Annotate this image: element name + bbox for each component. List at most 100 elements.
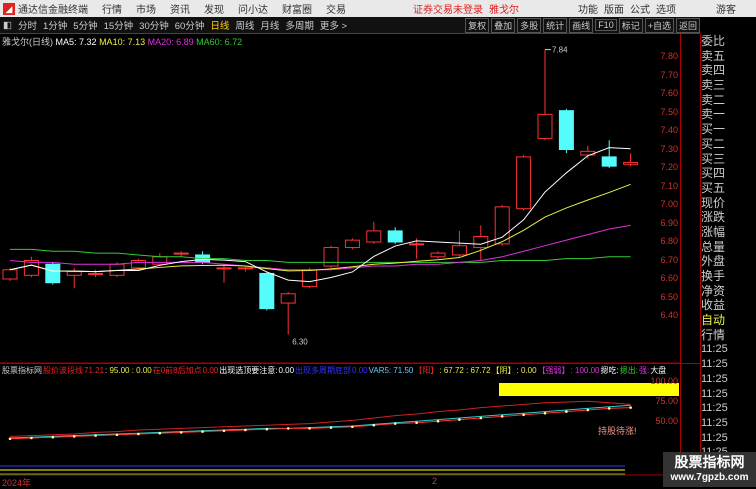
kline-chart[interactable]: 7.84 6.30 (0, 34, 680, 487)
indicator-cyan-line (9, 404, 631, 439)
tool-add-watch[interactable]: +自选 (644, 17, 674, 33)
period-30m[interactable]: 30分钟 (139, 18, 169, 32)
menu-hq[interactable]: 行情 (102, 1, 122, 16)
candle-body (537, 113, 553, 139)
guest-label[interactable]: 游客 (716, 1, 736, 16)
candle-body (66, 271, 82, 276)
low-label: 6.30 (292, 338, 308, 347)
quote-row[interactable]: 行情 (701, 328, 756, 343)
indicator-dot (115, 433, 119, 437)
indicator-dot (543, 411, 547, 415)
axis-divider (680, 34, 681, 487)
menu-discover[interactable]: 发现 (204, 1, 224, 16)
ind-x3: 强: (638, 366, 650, 375)
quote-row: 卖五 (701, 48, 726, 63)
candle-body (130, 260, 146, 269)
watermark-url: www.7gpzb.com (670, 472, 749, 483)
indicator-dot (94, 434, 97, 437)
ind-x4: 大盘 (650, 366, 667, 375)
menu-function[interactable]: 功能 (578, 1, 598, 16)
quote-row: 11:25 (701, 387, 728, 400)
period-1m[interactable]: 1分钟 (43, 18, 67, 32)
quote-row: 11:25 (701, 358, 728, 371)
candle-body (558, 110, 574, 150)
tool-stats[interactable]: 统计 (543, 17, 568, 33)
price-tick: 6.50 (660, 291, 678, 302)
indicator-name[interactable]: 股票指标网 (2, 365, 42, 376)
candle-body (451, 245, 467, 256)
price-tick: 7.60 (660, 88, 678, 98)
panel-toggle-icon[interactable]: ◧ (3, 20, 12, 31)
ma60-line (10, 248, 631, 263)
indicator-dot (222, 429, 226, 433)
indicator-dot (393, 422, 397, 425)
tool-back[interactable]: 返回 (675, 17, 700, 33)
tool-mark[interactable]: 标记 (618, 17, 643, 33)
price-tick: 7.80 (660, 51, 678, 61)
period-tick[interactable]: 分时 (18, 18, 37, 32)
ind-yin: 【阴】 (491, 366, 516, 375)
candle-body (409, 243, 425, 246)
indicator-dot (201, 430, 204, 433)
login-notice[interactable]: 证券交易未登录 (413, 1, 483, 16)
candle-body (623, 161, 639, 165)
quote-row: 卖二 (701, 92, 726, 107)
period-more[interactable]: 更多 > (320, 18, 347, 32)
indicator-dot (308, 427, 311, 430)
tool-draw[interactable]: 画线 (569, 17, 594, 33)
period-5m[interactable]: 5分钟 (73, 18, 97, 32)
indicator-red-line (9, 400, 631, 437)
candle-body (2, 269, 18, 280)
menu-ask[interactable]: 问小达 (238, 1, 268, 16)
quote-row: 换手 (701, 269, 726, 283)
quote-row: 11:25 (701, 431, 728, 444)
price-tick: 6.90 (660, 217, 678, 228)
menu-formula[interactable]: 公式 (630, 1, 650, 16)
tool-adjust[interactable]: 复权 (465, 17, 490, 33)
tool-f10[interactable]: F10 (595, 19, 617, 31)
quote-row: 买一 (701, 122, 726, 137)
menu-market[interactable]: 市场 (136, 1, 156, 16)
tool-overlay[interactable]: 叠加 (491, 17, 516, 33)
quote-row[interactable]: 自动 (701, 313, 756, 328)
price-tick: 7.40 (660, 125, 678, 135)
ind-t4: 出现多周期底部 (295, 366, 352, 375)
indicator-dot (415, 421, 418, 425)
quote-row: 收益 (701, 298, 726, 313)
indicator-dot (158, 431, 162, 435)
title-bar: ◢ 通达信金融终端 行情 市场 资讯 发现 问小达 财富圈 交易 证券交易未登录… (0, 0, 756, 17)
quote-row: 11:25 (701, 343, 728, 356)
price-tick: 7.50 (660, 106, 678, 117)
tool-multi[interactable]: 多股 (517, 17, 542, 33)
ind-var5: VAR5: 71.50 (368, 366, 414, 375)
stock-name: 雅戈尔 (489, 5, 519, 16)
period-week[interactable]: 周线 (235, 18, 254, 32)
price-tick: 6.80 (660, 236, 678, 246)
candle-body (366, 230, 382, 243)
period-month[interactable]: 月线 (260, 18, 279, 32)
price-tick: 7.20 (660, 162, 678, 172)
indicator-dot (522, 413, 525, 417)
candle-body (302, 269, 318, 287)
price-tick: 7.00 (660, 199, 678, 209)
candle-body (45, 263, 61, 284)
menu-layout[interactable]: 版面 (604, 1, 624, 16)
indicator-dot (436, 419, 440, 423)
price-tick: 6.70 (660, 254, 678, 265)
quote-row: 11:25 (701, 372, 728, 385)
period-60m[interactable]: 60分钟 (175, 18, 205, 32)
ind-v4: 0.00 (278, 366, 295, 375)
price-tick: 7.70 (660, 69, 678, 80)
period-day[interactable]: 日线 (210, 18, 229, 32)
hold-text: 持股待涨! (598, 426, 637, 436)
period-multi[interactable]: 多周期 (285, 18, 314, 32)
menu-options[interactable]: 选项 (656, 1, 676, 16)
indicator-dot (607, 407, 611, 410)
menu-wealth[interactable]: 财富圈 (282, 1, 312, 16)
watermark-title: 股票指标网 (674, 454, 745, 470)
price-tick: 7.30 (660, 143, 678, 154)
period-15m[interactable]: 15分钟 (104, 18, 134, 32)
menu-news[interactable]: 资讯 (170, 1, 190, 16)
menu-trade[interactable]: 交易 (326, 1, 346, 16)
indicator-dot (329, 426, 333, 429)
